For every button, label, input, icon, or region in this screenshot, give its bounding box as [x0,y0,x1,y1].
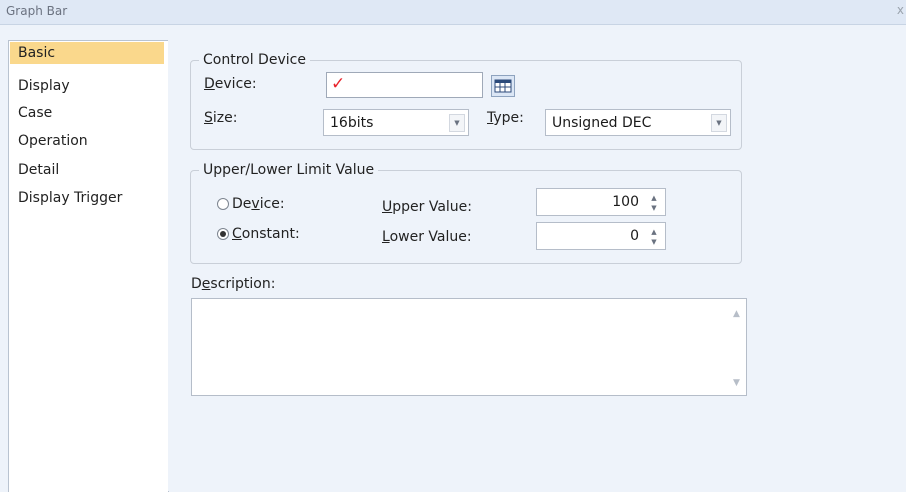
upper-value-label-rest: pper Value: [392,199,473,215]
device-list-icon [494,79,512,93]
close-icon[interactable]: x [897,3,904,17]
size-label-accel: S [204,110,213,126]
sidebar-item-display[interactable]: Display [10,75,164,97]
red-checkmark-icon: ✓ [331,74,346,94]
control-device-group: Control Device Device: ✓ Size: 16bits ▼ … [190,51,742,150]
device-label-accel: D [204,76,215,92]
device-radio-label-pre: De [232,196,252,212]
description-textarea[interactable]: ▲ ▼ [191,298,747,396]
lower-value: 0 [630,228,639,244]
chevron-down-icon[interactable]: ▼ [449,114,465,132]
chevron-down-icon[interactable]: ▼ [711,114,727,132]
constant-radio-label-accel: C [232,226,242,242]
device-radio-label-post: ice: [259,196,285,212]
sidebar-item-detail[interactable]: Detail [10,159,164,181]
device-browse-button[interactable] [491,75,515,97]
size-label: Size: [204,109,237,127]
spin-updown-icon[interactable]: ▲ ▼ [647,193,661,213]
device-label: Device: [204,75,257,93]
sidebar-item-case[interactable]: Case [10,102,164,124]
sidebar-item-basic[interactable]: Basic [10,42,164,64]
type-label: Type: [487,109,524,127]
upper-value: 100 [612,194,639,210]
device-label-rest: evice: [214,76,257,92]
category-sidebar: Basic Display Case Operation Detail Disp… [8,40,169,492]
device-radio-label-accel: v [251,196,260,212]
sidebar-item-display-trigger[interactable]: Display Trigger [10,187,164,209]
limit-value-legend: Upper/Lower Limit Value [199,161,379,179]
lower-value-label-accel: L [382,229,390,245]
size-select[interactable]: 16bits ▼ [323,109,469,136]
lower-value-label-rest: ower Value: [389,229,472,245]
upper-value-stepper[interactable]: 100 ▲ ▼ [536,188,666,216]
type-select-value: Unsigned DEC [552,115,652,131]
window-title: Graph Bar [6,4,68,18]
window-titlebar: Graph Bar x [0,0,906,25]
device-radio[interactable] [217,198,229,210]
type-select[interactable]: Unsigned DEC ▼ [545,109,731,136]
lower-value-stepper[interactable]: 0 ▲ ▼ [536,222,666,250]
description-label: Description: [191,275,275,293]
type-label-rest: ype: [493,110,524,126]
size-label-rest: ize: [212,110,238,126]
lower-value-label: Lower Value: [382,228,472,246]
upper-value-label: Upper Value: [382,198,472,216]
upper-value-label-accel: U [382,199,393,215]
scroll-down-icon[interactable]: ▼ [728,375,745,392]
spin-updown-icon[interactable]: ▲ ▼ [647,227,661,247]
size-select-value: 16bits [330,115,374,131]
device-radio-label: Device: [232,195,285,213]
description-label-post: scription: [210,276,276,292]
sidebar-item-operation[interactable]: Operation [10,130,164,152]
description-label-pre: D [191,276,202,292]
device-input[interactable]: ✓ [326,72,483,98]
constant-radio[interactable] [217,228,229,240]
scroll-up-icon[interactable]: ▲ [728,306,745,323]
description-scrollbar[interactable]: ▲ ▼ [728,300,745,394]
constant-radio-label: Constant: [232,225,300,243]
control-device-legend: Control Device [199,51,310,69]
basic-settings-panel: Control Device Device: ✓ Size: 16bits ▼ … [168,40,906,491]
limit-value-group: Upper/Lower Limit Value Device: Constant… [190,161,742,264]
constant-radio-label-post: onstant: [241,226,300,242]
